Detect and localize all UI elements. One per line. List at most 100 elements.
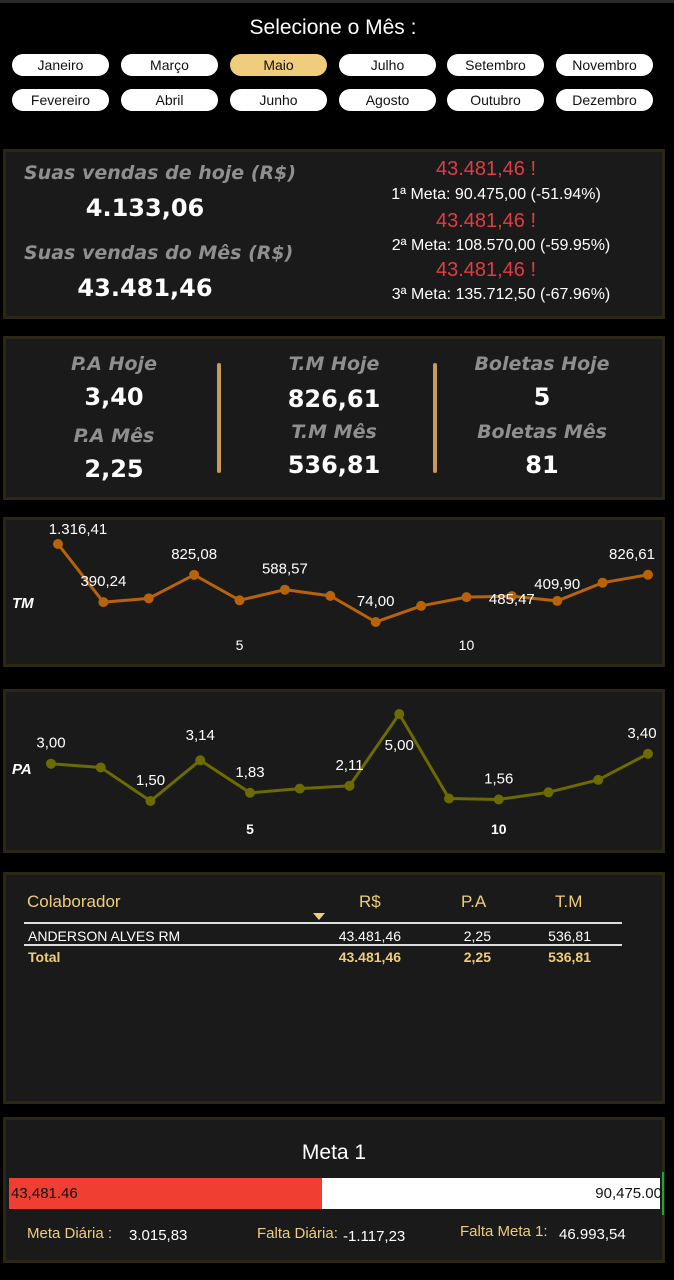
data-point[interactable] [543, 787, 554, 798]
boletas-today-label: Boletas Hoje [474, 353, 610, 375]
goal-1-value: 43.481,46 ! [435, 158, 537, 180]
stats-separator-2 [433, 363, 437, 473]
data-label: 3,00 [36, 735, 65, 752]
table-header-colaborador[interactable]: Colaborador [27, 892, 121, 912]
sort-desc-icon[interactable] [313, 913, 325, 920]
month-button-maio[interactable]: Maio [230, 54, 327, 76]
pa-today-value: 3,40 [84, 383, 144, 411]
goal-3-value: 43.481,46 ! [435, 259, 537, 281]
x-tick-label: 10 [491, 821, 507, 837]
data-point[interactable] [444, 793, 454, 804]
data-point[interactable] [189, 569, 200, 580]
daily-goal-value: 3.015,83 [129, 1227, 188, 1244]
data-label: 1.316,41 [49, 521, 107, 538]
tm-today-value: 826,61 [287, 385, 381, 413]
pa-month-label: P.A Mês [73, 425, 155, 447]
data-point[interactable] [643, 748, 653, 759]
tm-today-label: T.M Hoje [288, 353, 380, 375]
data-label: 5,00 [385, 737, 414, 754]
collaborator-table-card: Colaborador R$ P.A T.M ANDERSON ALVES RM… [3, 872, 665, 1104]
month-button-dezembro[interactable]: Dezembro [556, 89, 653, 111]
data-label: 3,14 [186, 727, 215, 744]
month-button-junho[interactable]: Junho [230, 89, 327, 111]
y-axis-label: TM [12, 595, 34, 612]
data-point[interactable] [294, 783, 305, 794]
tm-chart-card: TM 1.316,41 390,24 825,08 588,57 74,00 485,47 4… [3, 517, 665, 667]
month-button-fevereiro[interactable]: Fevereiro [12, 89, 109, 111]
sales-today-value: 4.133,06 [85, 194, 205, 222]
data-point[interactable] [195, 755, 206, 766]
data-label: 825,08 [171, 546, 217, 563]
month-button-setembro[interactable]: Setembro [447, 54, 544, 76]
month-button-marco[interactable]: Março [121, 54, 218, 76]
missing-daily-label: Falta Diária: [257, 1225, 338, 1242]
data-point[interactable] [394, 709, 405, 719]
boletas-today-value: 5 [533, 383, 551, 411]
tm-month-value: 536,81 [287, 451, 381, 479]
goal-1-line: 1ª Meta: 90.475,00 (-51.94%) [391, 186, 601, 203]
data-point[interactable] [143, 593, 154, 604]
data-point[interactable] [145, 796, 156, 806]
total-rs: 43.481,46 [338, 949, 401, 965]
boletas-month-label: Boletas Mês [477, 421, 607, 443]
y-axis-label: PA [12, 761, 32, 778]
sales-month-label: Suas vendas do Mês (R$) [24, 242, 294, 264]
meta-title: Meta 1 [301, 1141, 367, 1164]
data-point[interactable] [95, 762, 106, 773]
data-point[interactable] [493, 794, 504, 805]
month-button-abril[interactable]: Abril [121, 89, 218, 111]
data-point[interactable] [325, 590, 336, 601]
data-label: 1,83 [235, 764, 264, 781]
month-button-agosto[interactable]: Agosto [339, 89, 436, 111]
total-label: Total [28, 949, 61, 965]
table-row[interactable]: ANDERSON ALVES RM 43.481,46 2,25 536,81 [24, 926, 622, 944]
data-label: 826,61 [609, 546, 655, 563]
month-button-outubro[interactable]: Outubro [447, 89, 544, 111]
data-point[interactable] [53, 539, 63, 549]
missing-goal-label: Falta Meta 1: [460, 1223, 548, 1240]
missing-daily-value: -1.117,23 [343, 1228, 406, 1245]
data-point[interactable] [98, 597, 109, 608]
data-label: 409,90 [534, 576, 580, 593]
data-point[interactable] [416, 600, 427, 611]
sales-card: Suas vendas de hoje (R$) 4.133,06 Suas v… [3, 149, 665, 319]
data-point[interactable] [643, 569, 653, 580]
meta-current-value: 43,481.46 [11, 1185, 78, 1202]
data-point[interactable] [370, 617, 381, 627]
cell-tm: 536,81 [548, 928, 591, 944]
goal-2-line: 2ª Meta: 108.570,00 (-59.95%) [391, 237, 611, 254]
table-header-tm[interactable]: T.M [555, 892, 582, 912]
pa-line-chart: PA3,00 1,50 3,14 1,83 2,11 5,00 1,56 3,40 5 10 [12, 709, 657, 837]
total-tm: 536,81 [548, 949, 591, 965]
data-point[interactable] [234, 595, 245, 606]
missing-goal-value: 46.993,54 [559, 1226, 626, 1243]
month-button-novembro[interactable]: Novembro [556, 54, 653, 76]
data-label: 390,24 [80, 573, 126, 590]
table-header-pa[interactable]: P.A [461, 892, 486, 912]
table-total-row: Total 43.481,46 2,25 536,81 [24, 947, 622, 965]
table-header-rs[interactable]: R$ [359, 892, 381, 912]
month-button-julho[interactable]: Julho [339, 54, 436, 76]
daily-goal-label: Meta Diária : [27, 1225, 113, 1242]
data-point[interactable] [597, 577, 608, 588]
data-label: 1,56 [484, 771, 513, 788]
data-point[interactable] [461, 592, 472, 603]
data-label: 588,57 [262, 561, 308, 578]
data-point[interactable] [593, 774, 604, 785]
sales-today-label: Suas vendas de hoje (R$) [24, 162, 297, 184]
data-point[interactable] [552, 595, 563, 606]
data-point[interactable] [46, 758, 56, 769]
data-label: 3,40 [627, 725, 656, 742]
pa-chart-card: PA 3,00 1,50 3,14 1,83 2,11 5,00 1,56 3,40 5 10 [3, 689, 665, 853]
meta-progress-track: 43,481.46 90,475.00 [9, 1172, 664, 1215]
goal-2-value: 43.481,46 ! [435, 210, 537, 232]
data-point[interactable] [344, 780, 355, 791]
meta-card: Meta 1 43,481.46 90,475.00 Meta Diária :… [3, 1117, 665, 1263]
tm-month-label: T.M Mês [291, 421, 377, 443]
data-point[interactable] [279, 584, 290, 595]
data-label: 74,00 [357, 593, 395, 610]
pa-today-label: P.A Hoje [71, 353, 157, 375]
cell-rs: 43.481,46 [338, 928, 401, 944]
month-button-janeiro[interactable]: Janeiro [12, 54, 109, 76]
data-point[interactable] [245, 787, 255, 798]
